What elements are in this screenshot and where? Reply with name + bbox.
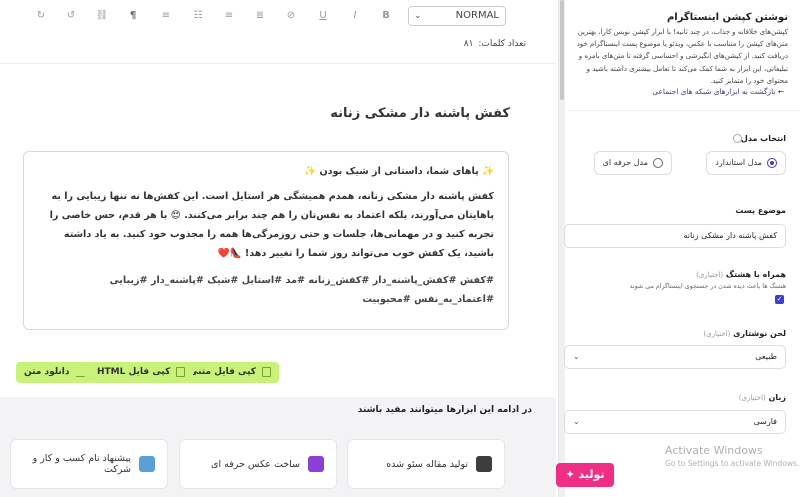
settings-sidebar: نوشتن کپشن اینستاگرام کپشن‌های خلاقانه و…: [558, 0, 800, 497]
editor-panel: ↻ ↺ ⛓ ¶ ≡ ☷ ≡ ≣ ⊘ U I B ⌄ NORMAL تعداد ک…: [0, 0, 556, 497]
back-to-social-tools-link[interactable]: ← بازگشت به ابزارهای شبکه های اجتماعی: [652, 87, 788, 96]
caption-hashtags: #کفش #کفش_پاشنه_دار #کفش_زنانه #مد #استا…: [109, 275, 494, 305]
align-right-icon[interactable]: ≣: [253, 9, 267, 23]
optional-tag: (اختیاری): [703, 330, 731, 338]
tool-card-pro-image[interactable]: ساخت عکس حرفه ای: [179, 439, 337, 489]
editor-toolbar: ↻ ↺ ⛓ ¶ ≡ ☷ ≡ ≣ ⊘ U I B ⌄ NORMAL: [0, 0, 556, 34]
rtl-paragraph-icon[interactable]: ¶: [126, 9, 140, 23]
language-label: زبان (اختیاری): [739, 393, 786, 402]
hashtag-label: همراه با هشتگ (اختیاری): [696, 270, 786, 279]
caption-hook: ✨ پاهای شما، داستانی از شیک بودن ✨: [304, 166, 494, 177]
copy-text-label: کپی فایل متنی: [189, 367, 256, 377]
tool-card-seo-article[interactable]: تولید مقاله سئو شده: [347, 439, 505, 489]
bold-icon[interactable]: B: [379, 9, 393, 23]
word-count-value: ۸۱: [463, 39, 474, 49]
clipboard-icon: [262, 366, 271, 377]
sidebar-title: نوشتن کپشن اینستاگرام: [666, 12, 788, 23]
hashtag-checkbox[interactable]: ✓: [775, 295, 784, 304]
related-tools: در ادامه این ابزارها میتوانند مفید باشند…: [0, 397, 556, 497]
hashtag-label-text: همراه با هشتگ: [725, 270, 786, 279]
watermark-line2: Go to Settings to activate Windows.: [665, 459, 800, 468]
language-value: فارسی: [753, 417, 778, 426]
generate-button[interactable]: تولید ✦: [556, 463, 614, 487]
arrow-left-icon: ←: [777, 87, 784, 96]
copy-html-label: کپی فایل HTML: [97, 367, 171, 377]
undo-icon[interactable]: ↺: [64, 9, 78, 23]
topic-input[interactable]: کفش پاشنه دار مشکی زنانه: [564, 224, 786, 248]
download-icon: [75, 367, 85, 377]
clipboard-icon: [176, 366, 186, 377]
generated-caption[interactable]: ✨ پاهای شما، داستانی از شیک بودن ✨ کفش پ…: [23, 151, 509, 330]
mode-standard-label: مدل استاندارد: [715, 158, 762, 167]
info-icon: [733, 134, 742, 143]
post-title: کفش پاشنه دار مشکی زنانه: [330, 106, 510, 121]
select-caret-icon: ⌄: [414, 11, 422, 21]
back-link-label: بازگشت به ابزارهای شبکه های اجتماعی: [652, 87, 776, 96]
mode-standard-radio[interactable]: مدل استاندارد: [706, 151, 786, 175]
chevron-down-icon: ⌄: [573, 417, 580, 426]
radio-selected-icon: [767, 157, 777, 168]
tool-card-label: پیشنهاد نام کسب و کار و شرکت: [32, 453, 131, 475]
blog-icon: [476, 456, 492, 472]
tool-card-business-name[interactable]: پیشنهاد نام کسب و کار و شرکت: [10, 439, 168, 489]
text-style-value: NORMAL: [455, 10, 499, 21]
optional-tag: (اختیاری): [696, 271, 724, 279]
image-sparkle-icon: [308, 456, 324, 472]
download-text-button[interactable]: دانلود متن: [16, 362, 93, 383]
divider: [569, 110, 800, 111]
language-label-text: زبان: [768, 393, 786, 402]
copy-html-button[interactable]: کپی فایل HTML: [89, 362, 194, 383]
sidebar-description: کپشن‌های خلاقانه و جذاب، در چند ثانیه! ب…: [576, 28, 788, 85]
clear-format-icon[interactable]: ⊘: [284, 9, 298, 23]
mode-pro-radio[interactable]: مدل حرفه ای: [593, 151, 672, 175]
related-tools-title: در ادامه این ابزارها میتوانند مفید باشند: [357, 405, 532, 415]
scrollbar-thumb[interactable]: [560, 0, 564, 100]
optional-tag: (اختیاری): [738, 394, 766, 402]
sparkle-icon: ✦: [565, 468, 575, 481]
redo-icon[interactable]: ↻: [34, 9, 48, 23]
hashtag-hint: هشتگ ها باعث دیده شدن در جستجوی اینستاگر…: [629, 283, 786, 290]
tone-label: لحن نوشتاری (اختیاری): [703, 329, 786, 338]
windows-activation-watermark: Activate Windows Go to Settings to activ…: [665, 444, 799, 470]
word-count: تعداد کلمات: ۸۱: [464, 39, 526, 49]
generate-label: تولید: [578, 468, 605, 481]
text-style-select[interactable]: ⌄ NORMAL: [408, 6, 506, 26]
chevron-down-icon: ⌄: [573, 352, 580, 361]
word-count-label: تعداد کلمات:: [478, 39, 526, 49]
copy-text-button[interactable]: کپی فایل متنی: [181, 362, 279, 383]
unordered-list-icon[interactable]: ≡: [222, 9, 236, 23]
building-icon: [139, 456, 155, 472]
tool-card-label: تولید مقاله سئو شده: [386, 458, 468, 470]
radio-icon: [653, 157, 663, 168]
tone-value: طبیعی: [755, 352, 777, 361]
download-label: دانلود متن: [24, 367, 70, 377]
align-icon[interactable]: ≡: [159, 9, 173, 23]
caption-body: کفش پاشنه دار مشکی زنانه، همدم همیشگی هر…: [49, 191, 494, 259]
underline-icon[interactable]: U: [316, 9, 330, 23]
tool-card-label: ساخت عکس حرفه ای: [211, 458, 300, 470]
tone-label-text: لحن نوشتاری: [733, 329, 786, 338]
italic-icon[interactable]: I: [348, 9, 362, 23]
mode-label: انتخاب مدل: [740, 134, 786, 143]
link-icon[interactable]: ⛓: [95, 9, 109, 23]
tone-select[interactable]: طبیعی ⌄: [564, 345, 786, 369]
mode-pro-label: مدل حرفه ای: [602, 158, 648, 167]
watermark-line1: Activate Windows: [665, 444, 763, 457]
ordered-list-icon[interactable]: ☷: [191, 9, 205, 23]
divider: [0, 63, 556, 64]
language-select[interactable]: فارسی ⌄: [564, 410, 786, 434]
topic-label: موضوع پست: [735, 206, 786, 215]
